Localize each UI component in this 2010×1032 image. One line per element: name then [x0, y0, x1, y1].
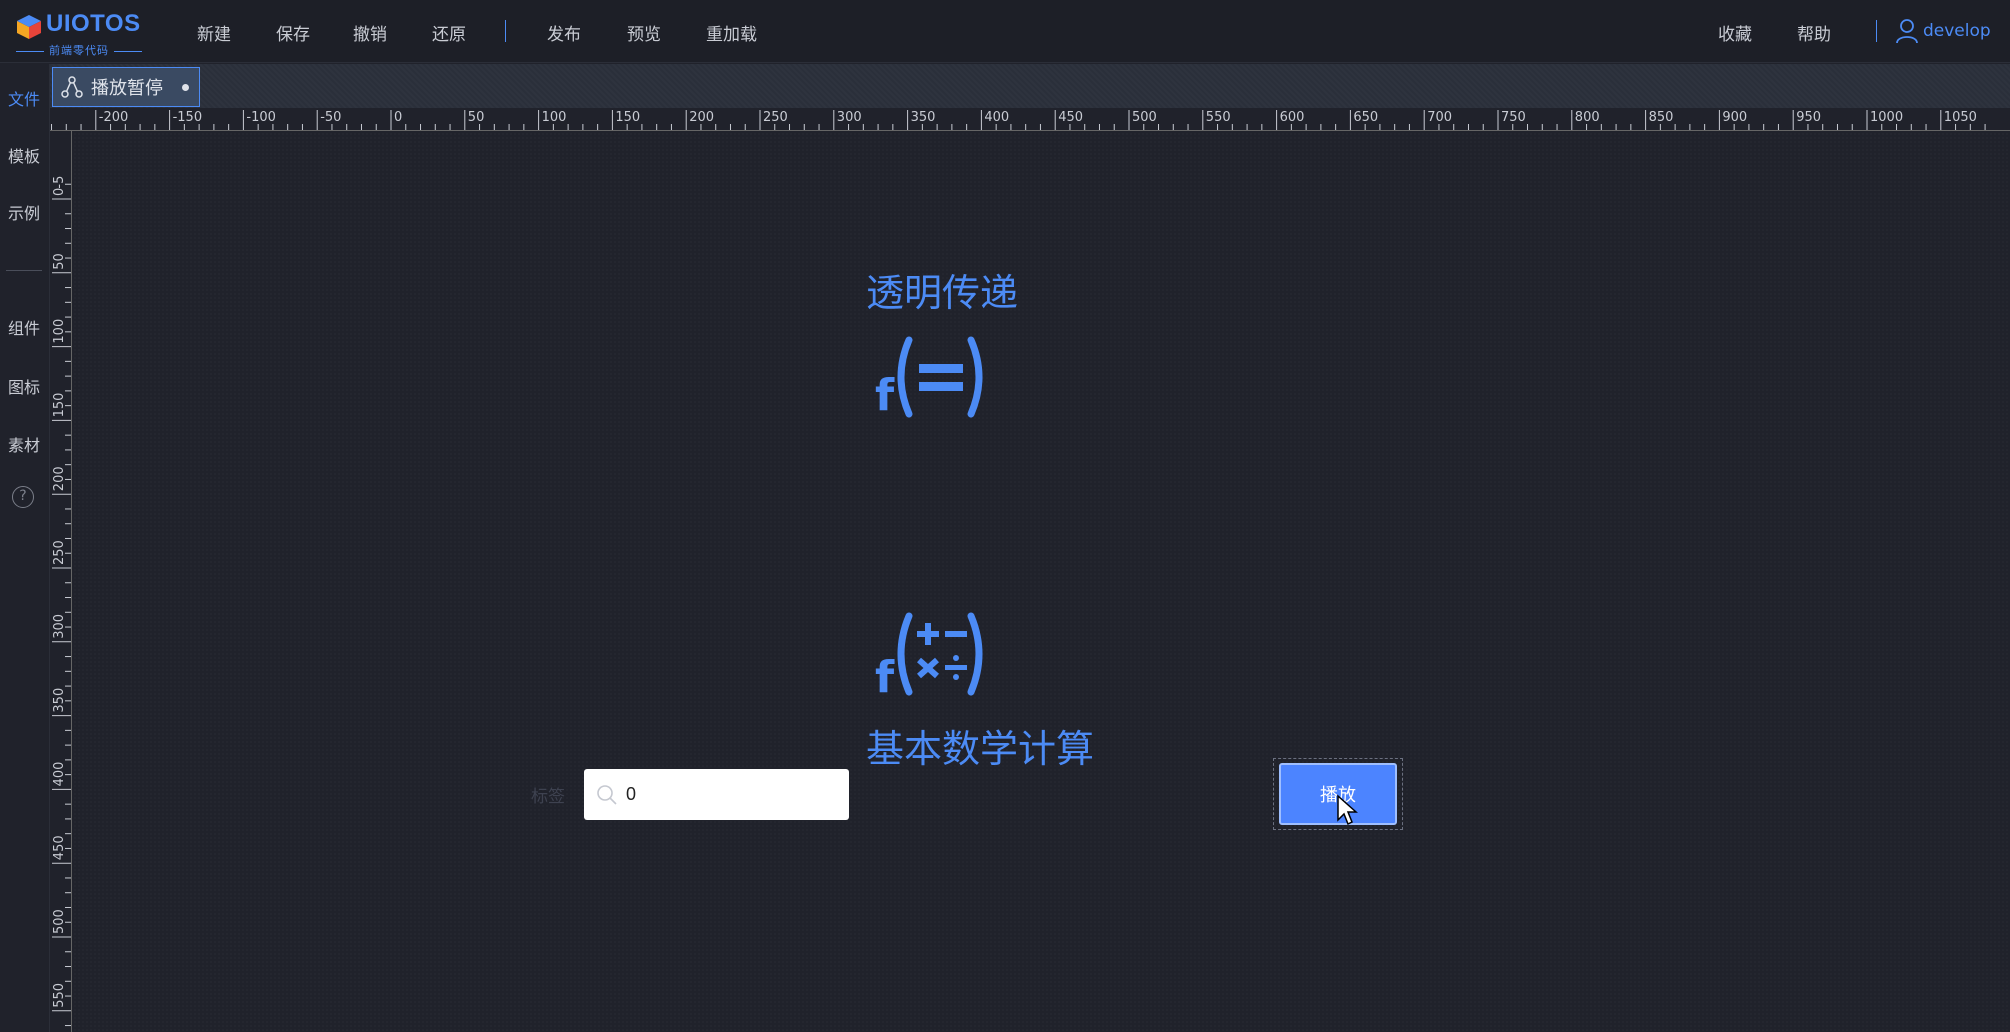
- ruler-label: 950: [1796, 110, 1821, 125]
- tab-label: 播放暂停: [91, 78, 163, 99]
- ruler-label: -50: [320, 110, 341, 125]
- ruler-label: 0: [394, 110, 402, 125]
- ruler-label: 400: [52, 762, 67, 787]
- ruler-label: -5: [52, 176, 67, 189]
- value-input[interactable]: [626, 784, 836, 805]
- ruler-label: 1000: [1870, 110, 1903, 125]
- menu-help[interactable]: 帮助: [1797, 20, 1831, 45]
- sidebar-item-examples[interactable]: 示例: [0, 200, 48, 224]
- ruler-label: 450: [52, 835, 67, 860]
- ruler-label: 300: [52, 614, 67, 639]
- ruler-label: 400: [984, 110, 1009, 125]
- ruler-label: 750: [1501, 110, 1526, 125]
- vertical-ruler: -50 50 100 150 200 250 300 350 400 450 500 550: [50, 131, 72, 1032]
- ruler-label: 900: [1722, 110, 1747, 125]
- transparent-pass-title: 透明传递: [866, 271, 1019, 315]
- function-equals-icon[interactable]: f: [873, 332, 983, 422]
- input-label: 标签: [531, 787, 565, 807]
- sidebar-item-file[interactable]: 文件: [0, 86, 48, 110]
- menu-redo[interactable]: 还原: [432, 20, 466, 45]
- ruler-label: 200: [52, 466, 67, 491]
- ruler-label: 100: [542, 110, 567, 125]
- left-sidebar: 文件 模板 示例 组件 图标 素材 ?: [0, 64, 50, 1032]
- ruler-label: 500: [1132, 110, 1157, 125]
- menu-favorites[interactable]: 收藏: [1718, 20, 1752, 45]
- ruler-label: 550: [1206, 110, 1231, 125]
- tab-play-pause[interactable]: 播放暂停: [52, 67, 200, 107]
- top-toolbar: UIOTOS 前端零代码 新建 保存 撤销 还原 发布 预览 重加载 收藏 帮助…: [0, 0, 2010, 63]
- ruler-label: 800: [1575, 110, 1600, 125]
- menu-new[interactable]: 新建: [197, 20, 231, 45]
- ruler-label: -100: [246, 110, 276, 125]
- tab-bar: 播放暂停: [50, 64, 2010, 108]
- math-calc-title: 基本数学计算: [866, 727, 1095, 771]
- brand-slogan: 前端零代码: [49, 42, 147, 58]
- ruler-label: 1050: [1944, 110, 1977, 125]
- mouse-cursor-icon: [1337, 794, 1358, 826]
- unsaved-dot: [182, 84, 189, 91]
- ruler-label: -150: [173, 110, 203, 125]
- menu-save[interactable]: 保存: [276, 20, 310, 45]
- menu-reload[interactable]: 重加载: [706, 20, 757, 45]
- sidebar-item-components[interactable]: 组件: [0, 315, 48, 339]
- menu-divider: [505, 20, 506, 42]
- ruler-label: 300: [837, 110, 862, 125]
- user-icon: [1896, 19, 1918, 44]
- menu-preview[interactable]: 预览: [627, 20, 661, 45]
- ruler-label: 350: [52, 688, 67, 713]
- ruler-label: 650: [1353, 110, 1378, 125]
- horizontal-ruler: -200 -150 -100 -50 0 50 100 150 200 250 300 350 400 4…: [50, 108, 2010, 131]
- ruler-label: 0: [52, 188, 67, 196]
- value-input-box[interactable]: [584, 769, 849, 820]
- menu-divider-right: [1876, 20, 1877, 42]
- username: develop: [1923, 21, 1991, 41]
- cube-logo-icon: [17, 15, 41, 39]
- flow-graph-icon: [61, 76, 83, 98]
- app-logo[interactable]: UIOTOS 前端零代码: [14, 8, 154, 58]
- sidebar-divider: [6, 270, 42, 271]
- function-math-icon[interactable]: f: [873, 610, 983, 700]
- svg-text:f: f: [875, 652, 895, 700]
- sidebar-item-assets[interactable]: 素材: [0, 432, 48, 456]
- menu-publish[interactable]: 发布: [547, 20, 581, 45]
- ruler-label: 450: [1058, 110, 1083, 125]
- ruler-label: 100: [52, 319, 67, 344]
- ruler-label: 700: [1427, 110, 1452, 125]
- ruler-label: 250: [52, 540, 67, 565]
- ruler-label: 600: [1280, 110, 1305, 125]
- ruler-label: 500: [52, 909, 67, 934]
- brand-name: UIOTOS: [46, 10, 141, 37]
- ruler-label: 50: [468, 110, 485, 125]
- sidebar-item-icons[interactable]: 图标: [0, 374, 48, 398]
- user-menu[interactable]: develop: [1896, 18, 1991, 44]
- svg-text:f: f: [875, 370, 895, 421]
- ruler-label: 350: [911, 110, 936, 125]
- search-icon: [597, 784, 617, 805]
- ruler-label: 550: [52, 983, 67, 1008]
- ruler-label: -200: [99, 110, 129, 125]
- ruler-label: 200: [689, 110, 714, 125]
- sidebar-item-templates[interactable]: 模板: [0, 143, 48, 167]
- menu-undo[interactable]: 撤销: [353, 20, 387, 45]
- ruler-label: 50: [52, 253, 67, 270]
- ruler-label: 150: [52, 393, 67, 418]
- ruler-label: 850: [1649, 110, 1674, 125]
- ruler-label: 150: [615, 110, 640, 125]
- ruler-label: 250: [763, 110, 788, 125]
- help-icon[interactable]: ?: [12, 486, 34, 508]
- design-canvas[interactable]: 透明传递 f 标签 f 基本数学计算 播放: [73, 132, 2010, 1032]
